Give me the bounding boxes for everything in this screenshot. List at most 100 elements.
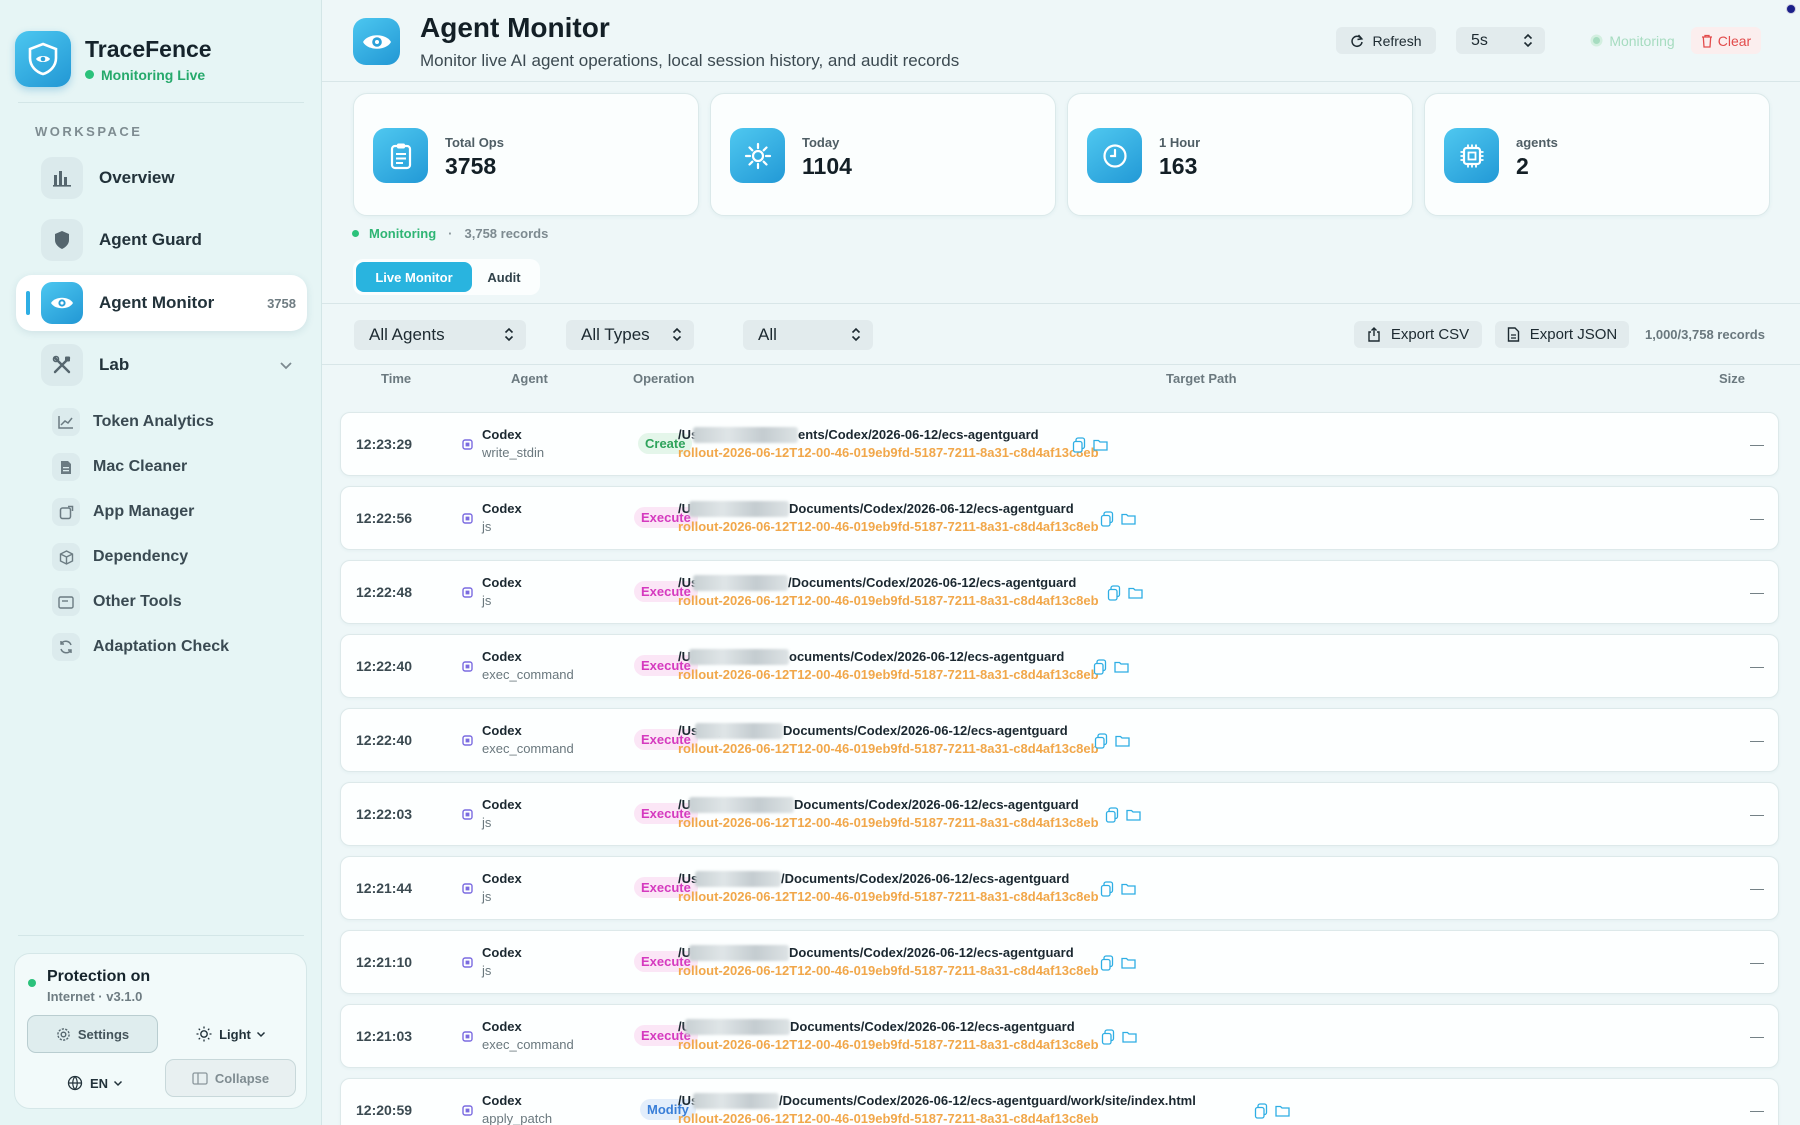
column-header-agent[interactable]: Agent xyxy=(511,371,548,386)
copy-icon[interactable] xyxy=(1101,1029,1115,1045)
column-header-size[interactable]: Size xyxy=(1719,371,1745,386)
row-agent: Codex xyxy=(482,427,522,442)
table-row[interactable]: 12:23:29Codexwrite_stdinCreate/Usersents… xyxy=(340,412,1779,476)
folder-icon[interactable] xyxy=(1115,735,1131,747)
tab-audit[interactable]: Audit xyxy=(472,262,536,292)
document-icon xyxy=(1507,327,1520,342)
chevron-down-icon[interactable] xyxy=(279,361,293,370)
nav-overview[interactable]: Overview xyxy=(16,150,307,206)
copy-icon[interactable] xyxy=(1100,955,1114,971)
copy-icon[interactable] xyxy=(1093,659,1107,675)
lab-item-token-analytics[interactable]: Token Analytics xyxy=(52,407,214,437)
table-row[interactable]: 12:22:03CodexjsExecute/UserDocuments/Cod… xyxy=(340,782,1779,846)
nav-agent-monitor[interactable]: Agent Monitor 3758 xyxy=(16,275,307,331)
stat-card-today: Today 1104 xyxy=(710,93,1056,216)
protection-dot-icon xyxy=(28,979,36,987)
refresh-icon xyxy=(1350,34,1364,48)
agent-chip-icon xyxy=(462,957,473,968)
bar-chart-icon xyxy=(41,157,83,199)
agent-chip-icon xyxy=(462,809,473,820)
stat-value: 1104 xyxy=(802,153,852,179)
lab-item-other-tools[interactable]: Other Tools xyxy=(52,587,182,617)
folder-icon[interactable] xyxy=(1121,883,1136,895)
stat-label: Today xyxy=(802,135,840,150)
export-json-label: Export JSON xyxy=(1529,326,1618,343)
row-path-end: Documents/Codex/2026-06-12/ecs-agentguar… xyxy=(790,1019,1075,1034)
table-row[interactable]: 12:21:10CodexjsExecute/UserDocuments/Cod… xyxy=(340,930,1779,994)
table-row[interactable]: 12:21:44CodexjsExecute/Users/Documents/C… xyxy=(340,856,1779,920)
monitoring-dot-icon xyxy=(1590,34,1603,47)
nav-lab[interactable]: Lab xyxy=(16,337,307,393)
updown-arrows-icon xyxy=(672,327,682,342)
view-tabs: Live Monitor Audit xyxy=(353,259,540,295)
column-header-time[interactable]: Time xyxy=(381,371,411,386)
folder-icon[interactable] xyxy=(1114,661,1129,673)
folder-icon[interactable] xyxy=(1122,1031,1138,1043)
row-size: — xyxy=(1750,880,1764,896)
row-size: — xyxy=(1750,584,1764,600)
lab-item-label: Other Tools xyxy=(93,593,182,610)
sidebar-panel-icon xyxy=(192,1071,208,1085)
table-row[interactable]: 12:22:56CodexjsExecute/UserDocuments/Cod… xyxy=(340,486,1779,550)
row-path-end: /Documents/Codex/2026-06-12/ecs-agentgua… xyxy=(788,575,1077,590)
row-path-end: Documents/Codex/2026-06-12/ecs-agentguar… xyxy=(783,723,1068,738)
type-filter-select[interactable]: All Types xyxy=(566,320,694,350)
table-row[interactable]: 12:22:48CodexjsExecute/User./Documents/C… xyxy=(340,560,1779,624)
live-dot-icon xyxy=(352,230,359,237)
lab-item-app-manager[interactable]: App Manager xyxy=(52,497,194,527)
redacted-path-segment xyxy=(689,501,789,517)
brand: TraceFence Monitoring Live xyxy=(15,31,212,87)
lab-item-dependency[interactable]: Dependency xyxy=(52,542,188,572)
folder-icon[interactable] xyxy=(1093,439,1108,451)
column-header-operation[interactable]: Operation xyxy=(633,371,694,386)
copy-icon[interactable] xyxy=(1100,881,1114,897)
lab-item-adaptation-check[interactable]: Adaptation Check xyxy=(52,632,229,662)
agent-filter-select[interactable]: All Agents xyxy=(354,320,526,350)
copy-icon[interactable] xyxy=(1100,511,1114,527)
table-row[interactable]: 12:22:40Codexexec_commandExecute/Users,D… xyxy=(340,708,1779,772)
export-json-button[interactable]: Export JSON xyxy=(1495,321,1629,348)
copy-icon[interactable] xyxy=(1107,585,1121,601)
tab-live-monitor[interactable]: Live Monitor xyxy=(356,262,472,292)
folder-icon[interactable] xyxy=(1128,587,1143,599)
language-select[interactable]: EN xyxy=(55,1065,135,1101)
table-row[interactable]: 12:21:03Codexexec_commandExecute/UseDocu… xyxy=(340,1004,1779,1068)
row-agent: Codex xyxy=(482,501,522,516)
folder-icon[interactable] xyxy=(1121,957,1137,969)
stat-card-1-hour: 1 Hour 163 xyxy=(1067,93,1413,216)
refresh-icon xyxy=(52,633,80,661)
chevron-down-icon xyxy=(113,1080,123,1087)
copy-icon[interactable] xyxy=(1105,807,1119,823)
copy-icon[interactable] xyxy=(1072,437,1086,453)
folder-icon[interactable] xyxy=(1121,513,1137,525)
scope-filter-select[interactable]: All xyxy=(743,320,873,350)
collapse-button[interactable]: Collapse xyxy=(165,1059,296,1097)
folder-icon[interactable] xyxy=(1275,1105,1290,1117)
monitoring-toggle[interactable]: Monitoring xyxy=(1570,27,1695,54)
row-time: 12:21:03 xyxy=(356,1028,413,1044)
clear-button[interactable]: Clear xyxy=(1691,27,1761,54)
globe-icon xyxy=(67,1075,83,1091)
interval-value: 5s xyxy=(1471,31,1488,49)
row-tool: exec_command xyxy=(482,667,574,682)
folder-icon[interactable] xyxy=(1126,809,1142,821)
table-row[interactable]: 12:20:59Codexapply_patchModify/User/Docu… xyxy=(340,1078,1779,1125)
stat-value: 3758 xyxy=(445,153,497,179)
nav-label: Agent Monitor xyxy=(99,293,215,312)
settings-label: Settings xyxy=(77,1026,130,1042)
agent-chip-icon xyxy=(462,883,473,894)
settings-button[interactable]: Settings xyxy=(27,1015,158,1053)
interval-select[interactable]: 5s xyxy=(1456,27,1545,54)
lab-item-mac-cleaner[interactable]: Mac Cleaner xyxy=(52,452,187,482)
table-row[interactable]: 12:22:40Codexexec_commandExecute/Userocu… xyxy=(340,634,1779,698)
row-path-end: Documents/Codex/2026-06-12/ecs-agentguar… xyxy=(789,501,1074,516)
column-header-target-path[interactable]: Target Path xyxy=(1166,371,1237,386)
copy-icon[interactable] xyxy=(1094,733,1108,749)
nav-agent-guard[interactable]: Agent Guard xyxy=(16,212,307,268)
theme-toggle[interactable]: Light xyxy=(181,1015,281,1053)
nav-label: Overview xyxy=(99,168,175,187)
live-dot-icon xyxy=(85,70,94,79)
refresh-button[interactable]: Refresh xyxy=(1336,27,1436,54)
export-csv-button[interactable]: Export CSV xyxy=(1354,321,1482,348)
copy-icon[interactable] xyxy=(1254,1103,1268,1119)
